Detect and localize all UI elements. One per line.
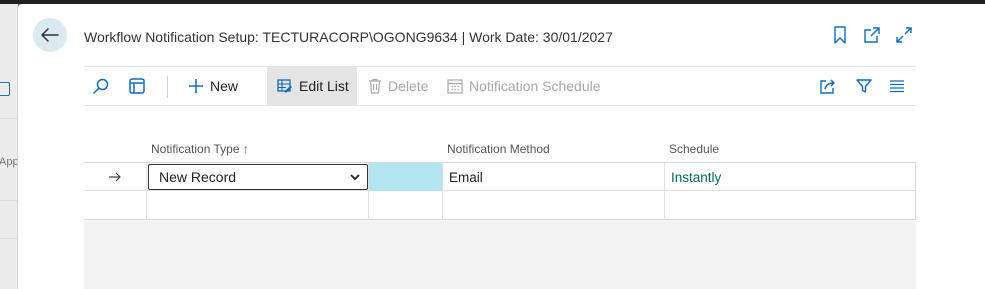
notification-method-cell[interactable]: Email bbox=[442, 163, 664, 191]
list-view-button[interactable] bbox=[889, 67, 905, 105]
schedule-link[interactable]: Instantly bbox=[664, 163, 916, 191]
search-icon bbox=[93, 78, 109, 94]
filter-button[interactable] bbox=[855, 67, 873, 105]
notification-grid: Notification Type ↑ Notification Method … bbox=[84, 129, 916, 289]
edit-list-label: Edit List bbox=[299, 78, 349, 94]
new-label: New bbox=[210, 78, 239, 94]
edit-list-icon bbox=[277, 79, 292, 93]
delete-label: Delete bbox=[388, 78, 429, 94]
back-button[interactable] bbox=[33, 18, 67, 52]
grid-empty-area bbox=[84, 220, 916, 289]
edit-list-button[interactable]: Edit List bbox=[267, 67, 357, 105]
notification-method-cell[interactable] bbox=[442, 191, 664, 219]
notification-type-cell: New Record bbox=[146, 163, 368, 191]
share-icon bbox=[820, 79, 835, 94]
search-button[interactable] bbox=[92, 67, 110, 105]
layout-icon bbox=[129, 78, 145, 94]
column-header-notification-type[interactable]: Notification Type ↑ bbox=[151, 142, 249, 156]
page-dialog: Workflow Notification Setup: TECTURACORP… bbox=[18, 4, 985, 289]
back-arrow-icon bbox=[41, 28, 59, 42]
calendar-icon bbox=[447, 79, 463, 94]
column-header-notification-method[interactable]: Notification Method bbox=[447, 142, 550, 156]
delete-button[interactable]: Delete bbox=[368, 67, 428, 105]
list-view-icon bbox=[890, 80, 904, 93]
table-row[interactable]: New Record Email Instantly bbox=[84, 163, 916, 191]
page-title: Workflow Notification Setup: TECTURACORP… bbox=[84, 29, 613, 45]
arrow-right-icon bbox=[109, 172, 121, 182]
notification-schedule-label: Notification Schedule bbox=[469, 78, 601, 94]
highlighted-cell[interactable] bbox=[368, 163, 442, 191]
partial-icon bbox=[0, 82, 10, 96]
row-indicator bbox=[84, 191, 146, 219]
layout-button[interactable] bbox=[128, 67, 146, 105]
empty-cell[interactable] bbox=[368, 191, 442, 219]
divider bbox=[0, 238, 17, 239]
notification-schedule-button[interactable]: Notification Schedule bbox=[447, 67, 601, 105]
action-bar: New Edit List Delete Notification Schedu… bbox=[84, 66, 916, 106]
new-button[interactable]: New bbox=[188, 67, 238, 105]
divider bbox=[167, 76, 168, 98]
partial-label: App bbox=[0, 156, 18, 168]
header-actions bbox=[831, 26, 913, 44]
column-header-schedule[interactable]: Schedule bbox=[669, 142, 719, 156]
plus-icon bbox=[189, 79, 203, 93]
trash-icon bbox=[369, 78, 381, 94]
notification-type-select[interactable]: New Record bbox=[148, 164, 368, 190]
open-new-window-icon[interactable] bbox=[863, 26, 881, 44]
grid-table: New Record Email Instantly bbox=[84, 162, 916, 220]
divider bbox=[0, 200, 17, 201]
chevron-down-icon bbox=[350, 174, 360, 181]
notification-type-cell[interactable] bbox=[146, 191, 368, 219]
divider bbox=[0, 118, 17, 119]
schedule-cell[interactable] bbox=[664, 191, 916, 219]
share-button[interactable] bbox=[819, 67, 837, 105]
filter-icon bbox=[856, 79, 872, 93]
row-indicator bbox=[84, 163, 146, 191]
expand-icon[interactable] bbox=[895, 26, 913, 44]
notification-type-value: New Record bbox=[159, 169, 237, 185]
background-page-strip: App bbox=[0, 4, 18, 289]
bookmark-icon[interactable] bbox=[831, 26, 849, 44]
table-row[interactable] bbox=[84, 191, 916, 219]
